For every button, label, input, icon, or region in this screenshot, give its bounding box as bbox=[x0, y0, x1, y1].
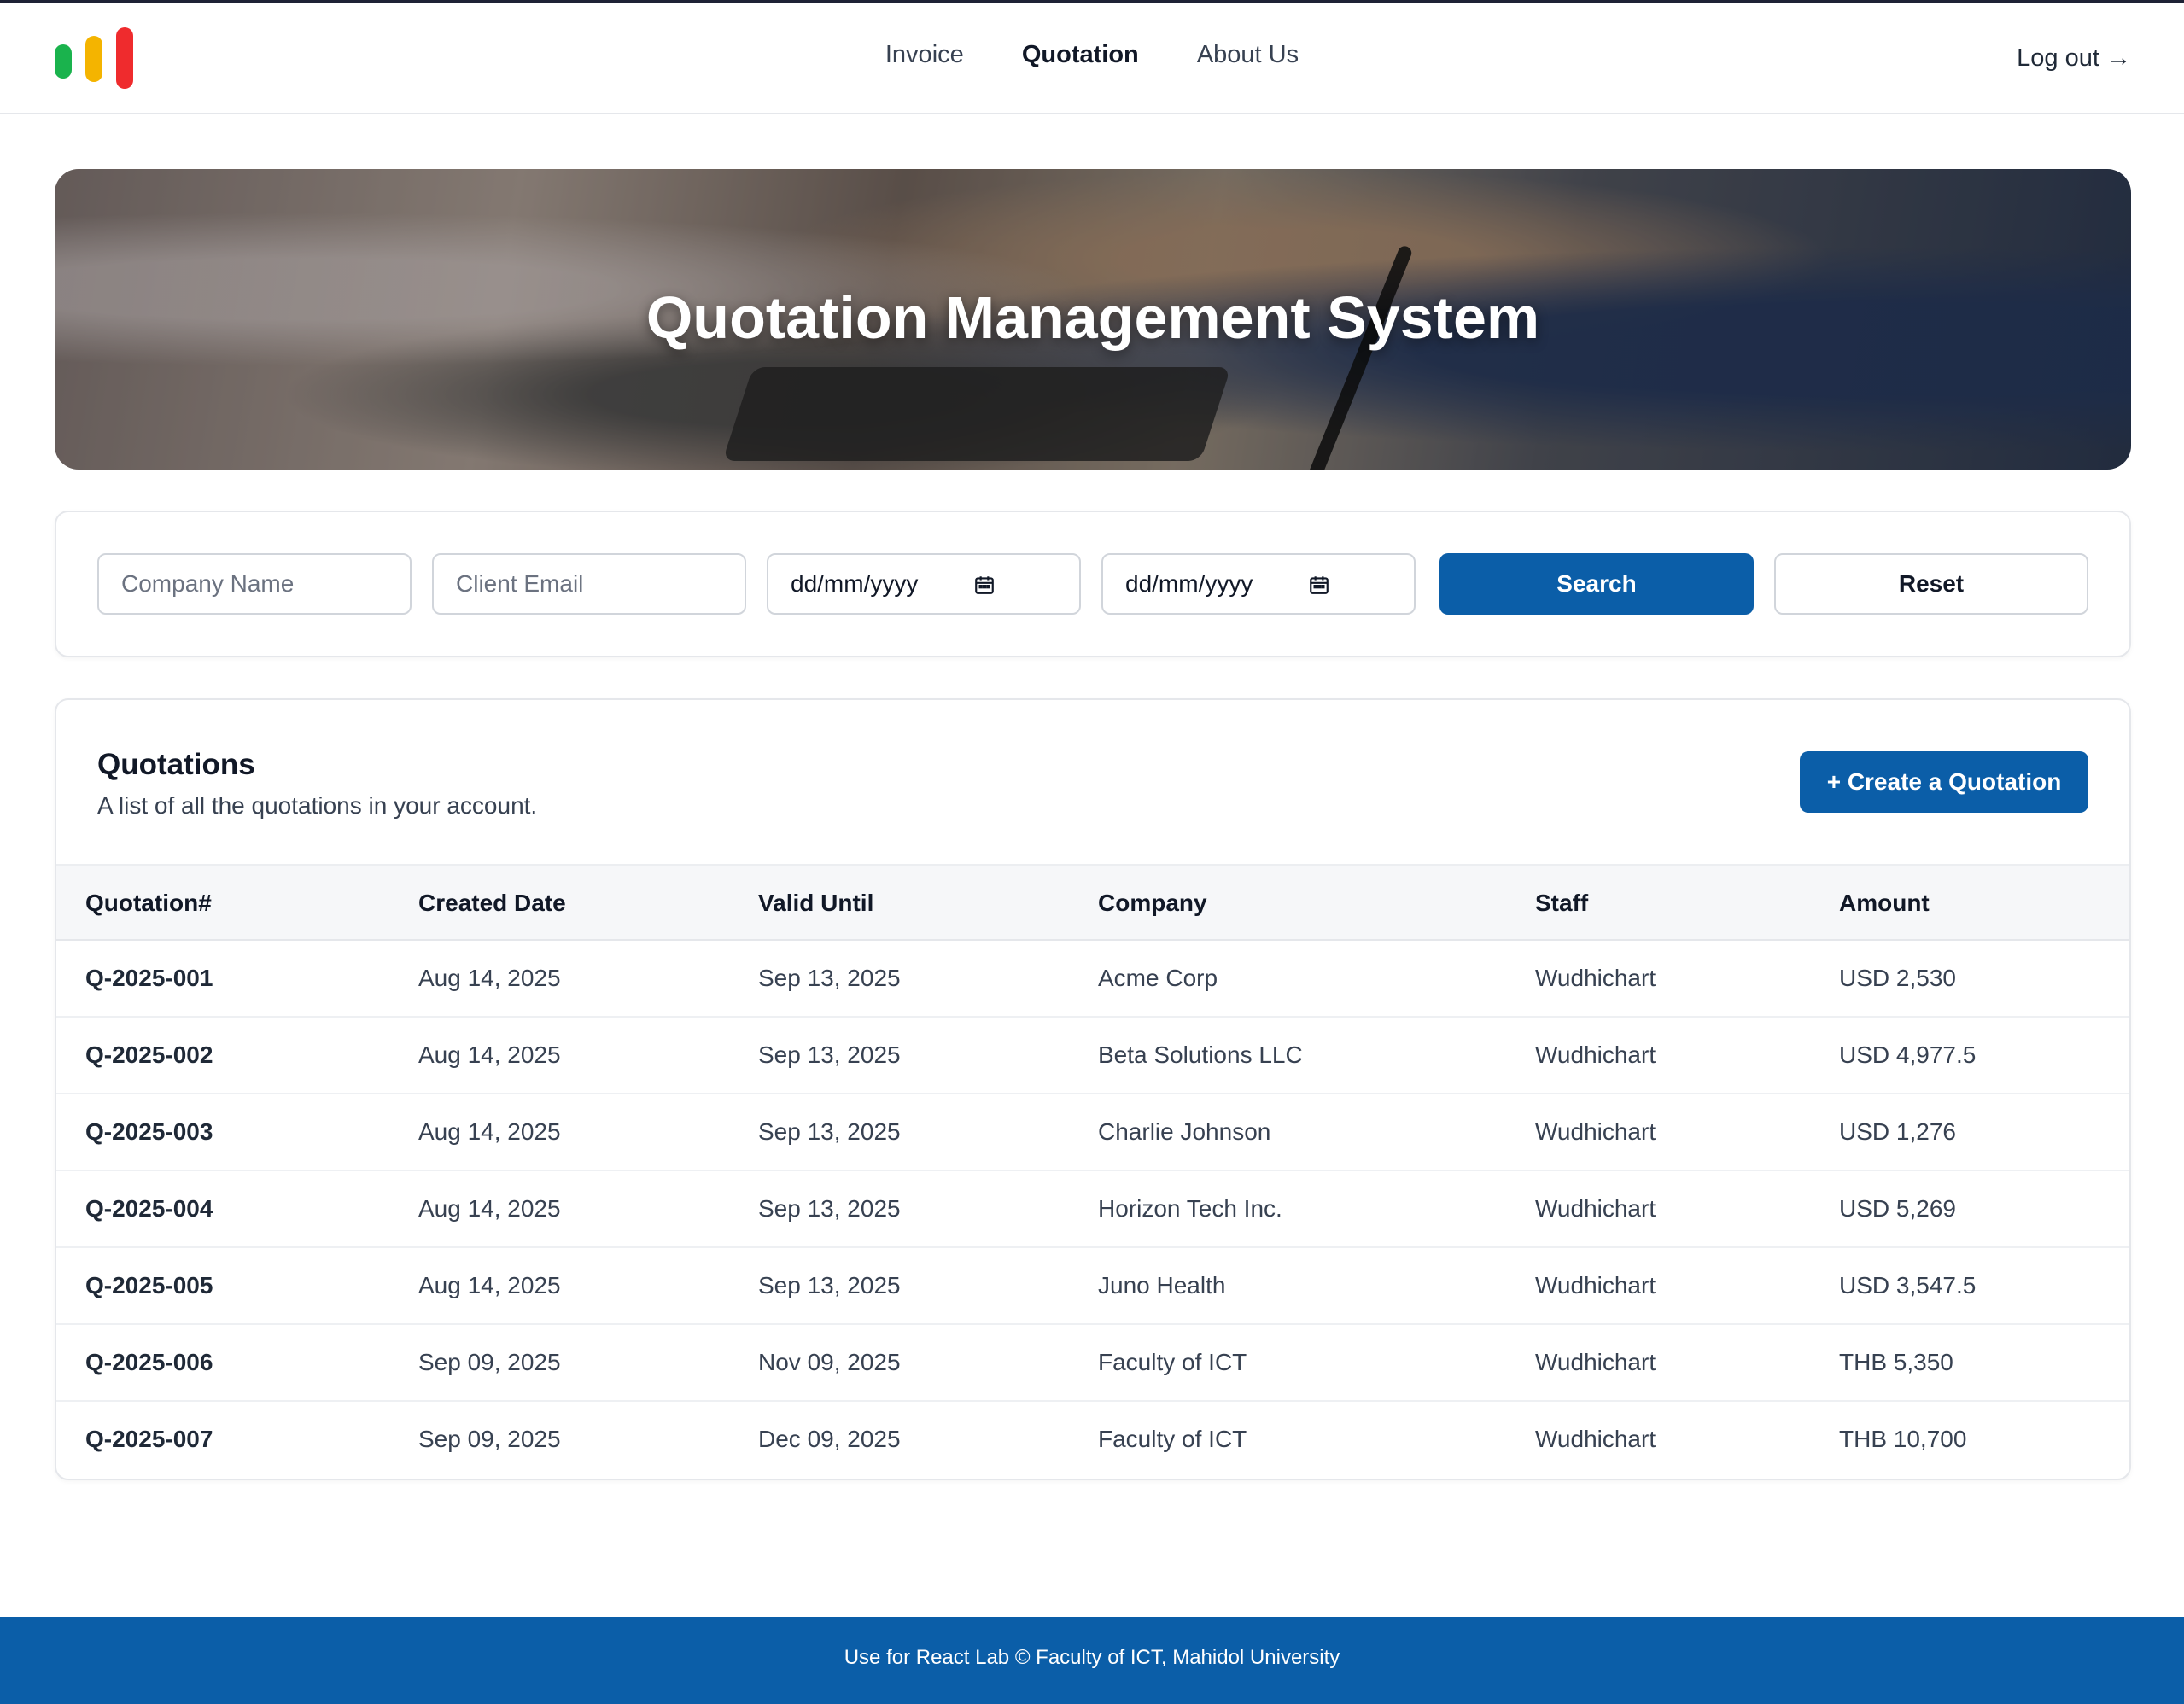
cell-staff: Wudhichart bbox=[1535, 965, 1656, 991]
section-title: Quotations bbox=[97, 748, 255, 781]
nav-link-invoice[interactable]: Invoice bbox=[885, 41, 964, 69]
create-quotation-button[interactable]: + Create a Quotation bbox=[1800, 751, 2088, 813]
table-header: Quotation# Created Date Valid Until Comp… bbox=[56, 864, 2129, 941]
table-row[interactable]: Q-2025-004 Aug 14, 2025 Sep 13, 2025 Horizo… bbox=[56, 1171, 2129, 1248]
cell-quotation-number[interactable]: Q-2025-004 bbox=[85, 1171, 213, 1248]
cell-amount: USD 1,276 bbox=[1839, 1118, 1956, 1145]
cell-quotation-number[interactable]: Q-2025-002 bbox=[85, 1018, 213, 1094]
table-row[interactable]: Q-2025-007 Sep 09, 2025 Dec 09, 2025 Facult… bbox=[56, 1402, 2129, 1479]
hero-banner: Quotation Management System bbox=[55, 169, 2131, 470]
quotations-panel: Quotations A list of all the quotations … bbox=[55, 698, 2131, 1480]
client-email-input[interactable] bbox=[456, 555, 745, 613]
cell-company: Faculty of ICT bbox=[1098, 1426, 1247, 1452]
cell-company: Beta Solutions LLC bbox=[1098, 1042, 1303, 1068]
cell-amount: USD 3,547.5 bbox=[1839, 1272, 1977, 1298]
cell-amount: USD 5,269 bbox=[1839, 1195, 1956, 1222]
cell-quotation-number[interactable]: Q-2025-005 bbox=[85, 1248, 213, 1325]
column-header: Valid Until bbox=[758, 890, 874, 916]
cell-amount: THB 10,700 bbox=[1839, 1426, 1967, 1452]
column-header: Amount bbox=[1839, 890, 1930, 916]
cell-created-date: Sep 09, 2025 bbox=[418, 1426, 561, 1452]
logout-button[interactable]: Log out → bbox=[2017, 44, 2131, 73]
cell-quotation-number[interactable]: Q-2025-001 bbox=[85, 941, 213, 1018]
nav-link-about-us[interactable]: About Us bbox=[1197, 41, 1299, 69]
cell-company: Faculty of ICT bbox=[1098, 1349, 1247, 1375]
cell-created-date: Aug 14, 2025 bbox=[418, 1118, 561, 1145]
cell-quotation-number[interactable]: Q-2025-006 bbox=[85, 1325, 213, 1402]
footer: Use for React Lab © Faculty of ICT, Mahi… bbox=[0, 1617, 2184, 1704]
date-to-value: dd/mm/yyyy bbox=[1125, 570, 1253, 597]
cell-created-date: Aug 14, 2025 bbox=[418, 965, 561, 991]
cell-company: Charlie Johnson bbox=[1098, 1118, 1271, 1145]
client-email-field[interactable] bbox=[432, 553, 746, 615]
cell-valid-until: Sep 13, 2025 bbox=[758, 1118, 901, 1145]
cell-amount: USD 2,530 bbox=[1839, 965, 1956, 991]
date-to-input[interactable]: dd/mm/yyyy bbox=[1101, 553, 1416, 615]
cell-valid-until: Nov 09, 2025 bbox=[758, 1349, 901, 1375]
table-row[interactable]: Q-2025-006 Sep 09, 2025 Nov 09, 2025 Facult… bbox=[56, 1325, 2129, 1402]
cell-staff: Wudhichart bbox=[1535, 1349, 1656, 1375]
cell-staff: Wudhichart bbox=[1535, 1426, 1656, 1452]
cell-valid-until: Sep 13, 2025 bbox=[758, 1042, 901, 1068]
cell-valid-until: Sep 13, 2025 bbox=[758, 1272, 901, 1298]
cell-valid-until: Sep 13, 2025 bbox=[758, 965, 901, 991]
hero-title: Quotation Management System bbox=[645, 284, 1540, 351]
navbar: Invoice Quotation About Us Log out → bbox=[0, 3, 2184, 114]
calendar-icon[interactable] bbox=[1308, 574, 1330, 596]
date-from-input[interactable]: dd/mm/yyyy bbox=[767, 553, 1081, 615]
cell-amount: THB 5,350 bbox=[1839, 1349, 1953, 1375]
cell-valid-until: Dec 09, 2025 bbox=[758, 1426, 901, 1452]
calendar-icon[interactable] bbox=[973, 574, 996, 596]
cell-created-date: Sep 09, 2025 bbox=[418, 1349, 561, 1375]
cell-company: Horizon Tech Inc. bbox=[1098, 1195, 1282, 1222]
search-panel: dd/mm/yyyy dd/mm/yyyy Search Reset bbox=[55, 511, 2131, 657]
cell-created-date: Aug 14, 2025 bbox=[418, 1042, 561, 1068]
cell-company: Acme Corp bbox=[1098, 965, 1218, 991]
cell-company: Juno Health bbox=[1098, 1272, 1226, 1298]
column-header: Quotation# bbox=[85, 890, 212, 916]
cell-quotation-number[interactable]: Q-2025-003 bbox=[85, 1094, 213, 1171]
column-header: Company bbox=[1098, 890, 1207, 916]
table-row[interactable]: Q-2025-001 Aug 14, 2025 Sep 13, 2025 Acme C… bbox=[56, 941, 2129, 1018]
company-name-input[interactable] bbox=[121, 555, 410, 613]
cell-staff: Wudhichart bbox=[1535, 1272, 1656, 1298]
search-button[interactable]: Search bbox=[1439, 553, 1754, 615]
nav-link-quotation[interactable]: Quotation bbox=[1022, 41, 1139, 69]
cell-staff: Wudhichart bbox=[1535, 1195, 1656, 1222]
company-name-field[interactable] bbox=[97, 553, 412, 615]
cell-created-date: Aug 14, 2025 bbox=[418, 1272, 561, 1298]
reset-button[interactable]: Reset bbox=[1774, 553, 2088, 615]
cell-quotation-number[interactable]: Q-2025-007 bbox=[85, 1402, 213, 1479]
column-header: Staff bbox=[1535, 890, 1589, 916]
table-body: Q-2025-001 Aug 14, 2025 Sep 13, 2025 Acme C… bbox=[56, 941, 2129, 1479]
cell-amount: USD 4,977.5 bbox=[1839, 1042, 1977, 1068]
main-nav: Invoice Quotation About Us bbox=[0, 41, 2184, 69]
table-row[interactable]: Q-2025-002 Aug 14, 2025 Sep 13, 2025 Beta S… bbox=[56, 1018, 2129, 1094]
cell-valid-until: Sep 13, 2025 bbox=[758, 1195, 901, 1222]
date-from-value: dd/mm/yyyy bbox=[791, 570, 919, 597]
cell-staff: Wudhichart bbox=[1535, 1118, 1656, 1145]
section-subtitle: A list of all the quotations in your acc… bbox=[97, 792, 538, 819]
quotations-table: Quotation# Created Date Valid Until Comp… bbox=[56, 864, 2129, 1479]
cell-created-date: Aug 14, 2025 bbox=[418, 1195, 561, 1222]
table-row[interactable]: Q-2025-005 Aug 14, 2025 Sep 13, 2025 Juno H… bbox=[56, 1248, 2129, 1325]
column-header: Created Date bbox=[418, 890, 566, 916]
table-row[interactable]: Q-2025-003 Aug 14, 2025 Sep 13, 2025 Charli… bbox=[56, 1094, 2129, 1171]
cell-staff: Wudhichart bbox=[1535, 1042, 1656, 1068]
